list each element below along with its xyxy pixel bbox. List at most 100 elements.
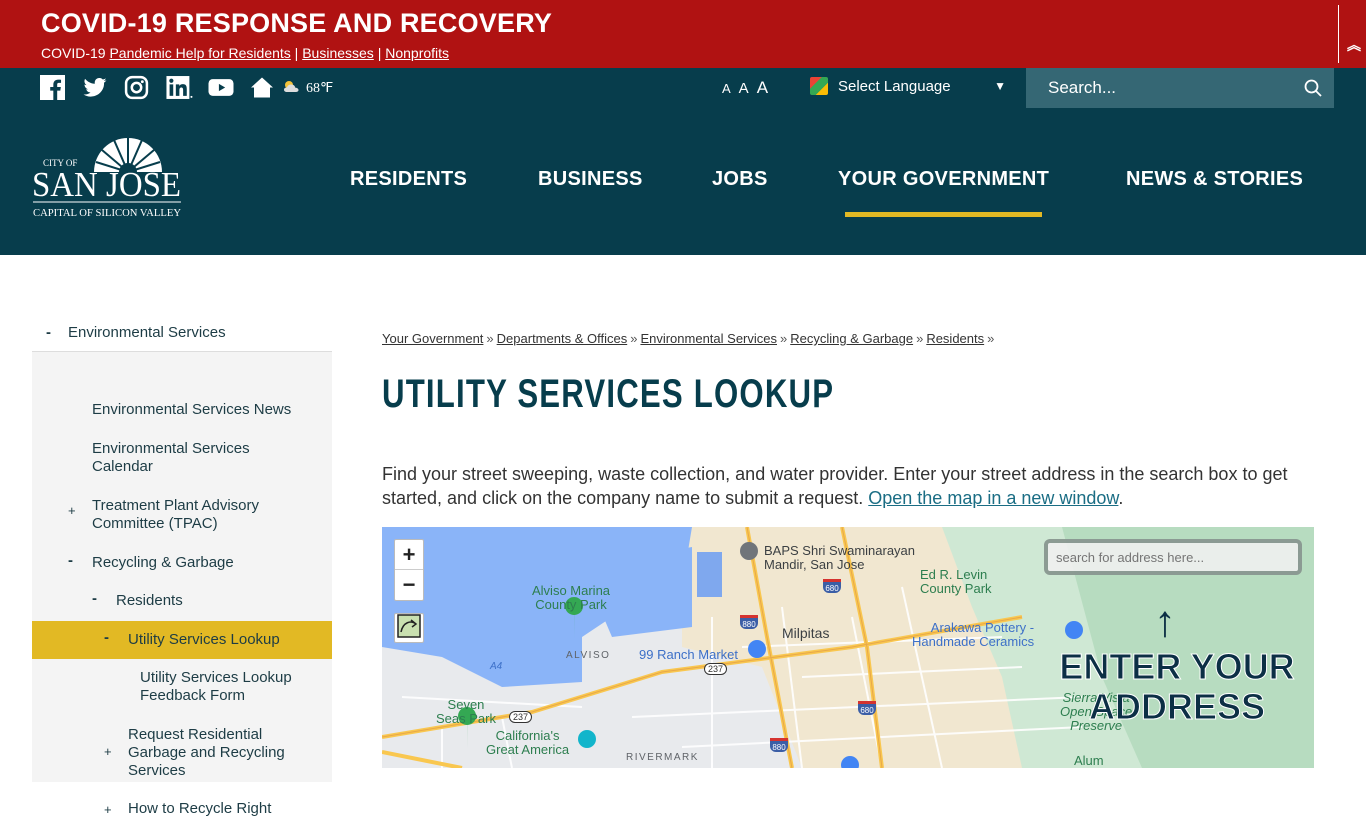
collapse-icon[interactable]: -: [104, 629, 109, 646]
map-label-alviso-park: Alviso Marina County Park: [532, 583, 611, 612]
font-size-medium-button[interactable]: A: [739, 80, 749, 97]
expand-icon[interactable]: +: [104, 802, 112, 817]
nav-news-stories[interactable]: NEWS & STORIES: [1126, 168, 1303, 191]
twitter-icon[interactable]: [82, 75, 107, 100]
sidebar-item-es-calendar[interactable]: Environmental Services Calendar: [92, 440, 292, 476]
site-search: [1026, 68, 1334, 108]
arrow-up-icon: ↑: [1154, 597, 1176, 646]
intro-text: Find your street sweeping, waste collect…: [382, 464, 1288, 508]
basemap-layers-icon: [397, 613, 421, 643]
map-label-great-america: California's Great America: [486, 728, 570, 757]
sidebar-item-residents[interactable]: Residents: [116, 592, 183, 610]
collapse-icon[interactable]: -: [32, 324, 68, 341]
attraction-marker-icon: [578, 730, 596, 748]
weather-temp: 68℉: [306, 81, 334, 96]
zoom-control: + −: [394, 539, 424, 601]
breadcrumb-recycling-garbage[interactable]: Recycling & Garbage: [790, 331, 913, 346]
highway-237-badge: 237: [704, 663, 728, 675]
zoom-in-button[interactable]: +: [395, 540, 423, 570]
utility-bar: 68℉ A A A Select Language ▼: [0, 68, 1366, 108]
breadcrumb-environmental-services[interactable]: Environmental Services: [640, 331, 777, 346]
instagram-icon[interactable]: [124, 75, 149, 100]
sidebar-item-feedback-form[interactable]: Utility Services Lookup Feedback Form: [140, 669, 320, 705]
facebook-icon[interactable]: [40, 75, 65, 100]
map-label-alviso: ALVISO: [566, 650, 611, 661]
map-label-alum: Alum: [1074, 753, 1104, 768]
open-map-link[interactable]: Open the map in a new window: [868, 488, 1118, 508]
shopping-marker-icon: [748, 640, 766, 658]
svg-text:CAPITAL OF SILICON VALLEY: CAPITAL OF SILICON VALLEY: [33, 208, 181, 219]
highway-680-shield: 680: [858, 701, 876, 715]
map-label-99-ranch: 99 Ranch Market: [639, 647, 738, 662]
covid-banner: COVID-19 RESPONSE AND RECOVERY COVID-19 …: [0, 0, 1366, 68]
divider: [1338, 5, 1339, 63]
double-chevron-up-icon: ︽: [1347, 37, 1361, 53]
nav-business[interactable]: BUSINESS: [538, 168, 643, 191]
sidebar-item-environmental-services[interactable]: - Environmental Services: [32, 313, 332, 352]
google-translate-icon: [810, 77, 828, 95]
sidebar-item-es-news[interactable]: Environmental Services News: [92, 401, 291, 419]
utility-map[interactable]: Alviso Marina County Park ALVISO A4 BAPS…: [382, 527, 1314, 768]
expand-icon[interactable]: +: [104, 744, 112, 759]
sidebar-item-tpac[interactable]: Treatment Plant Advisory Committee (TPAC…: [92, 497, 302, 533]
search-icon[interactable]: [1304, 79, 1322, 97]
language-label: Select Language: [838, 77, 951, 95]
enter-address-overlay: ENTER YOUR ADDRESS: [1059, 646, 1295, 727]
weather-widget: 68℉: [282, 79, 333, 98]
sidebar-item-utility-services-lookup[interactable]: Utility Services Lookup: [128, 631, 280, 649]
sidebar-item-recycling-garbage[interactable]: Recycling & Garbage: [92, 554, 234, 572]
map-label-ed-levin: Ed R. Levin County Park: [920, 567, 992, 596]
covid-title: COVID-19 RESPONSE AND RECOVERY: [41, 8, 553, 38]
sidebar-item-recycle-right[interactable]: How to Recycle Right: [128, 800, 308, 818]
font-size-large-button[interactable]: A: [757, 78, 768, 98]
highway-237-badge: 237: [509, 711, 533, 723]
map-label-seven-seas: Seven Seas Park: [436, 697, 496, 726]
font-size-controls: A A A: [722, 78, 768, 98]
highway-880-shield: 880: [770, 738, 788, 752]
zoom-out-button[interactable]: −: [395, 570, 423, 600]
collapse-banner-button[interactable]: ︽: [1347, 37, 1361, 53]
shop-marker-icon: [1065, 621, 1083, 639]
page-title: UTILITY SERVICES LOOKUP: [382, 372, 835, 416]
basemap-toggle-button[interactable]: [394, 613, 424, 643]
nav-your-government[interactable]: YOUR GOVERNMENT: [838, 168, 1049, 191]
breadcrumb-your-government[interactable]: Your Government: [382, 331, 483, 346]
font-size-small-button[interactable]: A: [722, 81, 731, 96]
map-label-baps: BAPS Shri Swaminarayan Mandir, San Jose: [764, 543, 916, 572]
collapse-icon[interactable]: -: [92, 590, 97, 607]
breadcrumb: Your Government» Departments & Offices» En…: [382, 331, 995, 346]
linkedin-icon[interactable]: [166, 75, 193, 100]
sidebar-subitems: Environmental Services News Environmenta…: [32, 352, 332, 817]
highway-680-shield: 680: [823, 579, 841, 593]
expand-icon[interactable]: +: [68, 503, 76, 518]
svg-text:SAN JOSE: SAN JOSE: [32, 165, 181, 204]
city-logo[interactable]: CITY OF SAN JOSE CAPITAL OF SILICON VALL…: [32, 130, 182, 220]
home-icon[interactable]: [250, 75, 275, 100]
search-input[interactable]: [1026, 68, 1296, 108]
temple-marker-icon: [740, 542, 758, 560]
nav-residents[interactable]: RESIDENTS: [350, 168, 467, 191]
nav-jobs[interactable]: JOBS: [712, 168, 768, 191]
address-search-input[interactable]: [1048, 543, 1298, 571]
active-nav-indicator: [845, 212, 1042, 217]
covid-links: COVID-19 Pandemic Help for Residents | B…: [41, 45, 450, 61]
covid-link-businesses[interactable]: Businesses: [302, 45, 374, 61]
sidebar-nav: - Environmental Services Environmental S…: [32, 313, 332, 817]
youtube-icon[interactable]: [208, 75, 234, 100]
highway-880-shield: 880: [740, 615, 758, 629]
breadcrumb-residents[interactable]: Residents: [926, 331, 984, 346]
language-select[interactable]: Select Language ▼: [810, 77, 1010, 95]
covid-link-residents[interactable]: Pandemic Help for Residents: [109, 45, 290, 61]
sidebar-item-request-services[interactable]: Request Residential Garbage and Recyclin…: [128, 726, 308, 780]
covid-link-nonprofits[interactable]: Nonprofits: [385, 45, 449, 61]
map-label-milpitas: Milpitas: [782, 625, 830, 641]
dropdown-arrow-icon: ▼: [994, 79, 1006, 93]
social-links: [40, 75, 292, 100]
map-label-a4: A4: [490, 661, 503, 672]
site-header: CITY OF SAN JOSE CAPITAL OF SILICON VALL…: [0, 108, 1366, 255]
breadcrumb-departments[interactable]: Departments & Offices: [497, 331, 628, 346]
map-label-rivermark: RIVERMARK: [626, 752, 699, 763]
collapse-icon[interactable]: -: [68, 552, 73, 569]
partly-cloudy-icon: [282, 79, 302, 98]
map-label-arakawa: Arakawa Pottery - Handmade Ceramics: [912, 620, 1035, 649]
